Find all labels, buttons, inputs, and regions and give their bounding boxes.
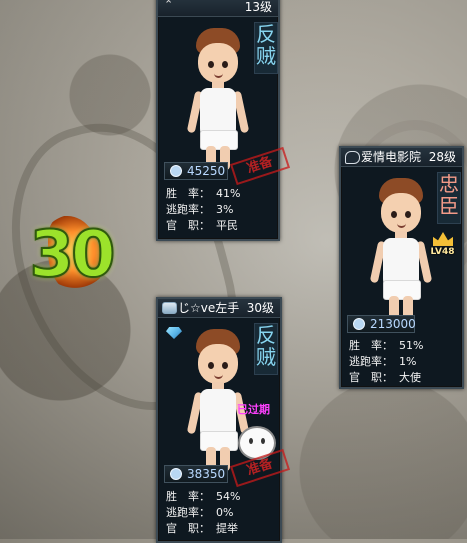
player-name: じ☆ve左手 (178, 301, 240, 315)
player-card-right[interactable]: 爱情电影院 28级 忠臣 LV48 213000 胜 率： 51% 逃跑率： 1% … (339, 146, 464, 389)
coin-icon (170, 165, 182, 177)
player-level: 30级 (246, 301, 274, 315)
countdown-timer: 30 (28, 216, 117, 294)
player-level: 13级 (244, 0, 272, 14)
player-card-top[interactable]: ⌃ 13级 反贼 准备 45250 胜 率： 41% 逃跑率： 3% 官 职： 平民 (156, 0, 291, 241)
role-badge: 反贼 (254, 323, 278, 375)
crown-level-text: LV48 (430, 247, 455, 257)
coin-balance: 213000 (347, 315, 416, 333)
player-name: 爱情电影院 (361, 150, 422, 164)
coin-balance: 45250 (164, 162, 228, 180)
player-card-header: じ☆ve左手 30级 (158, 299, 280, 318)
coin-icon (353, 318, 365, 330)
crown-level-badge: LV48 (425, 232, 460, 268)
face (198, 43, 238, 83)
countdown-value: 30 (28, 218, 116, 292)
role-badge: 反贼 (254, 22, 278, 74)
player-card-header: 爱情电影院 28级 (341, 148, 462, 167)
expired-label: 已过期 (237, 403, 270, 416)
face (198, 344, 238, 384)
crown-icon (433, 232, 453, 246)
role-badge: 忠臣 (437, 172, 461, 224)
face (381, 193, 421, 233)
player-card-header: ⌃ 13级 (158, 0, 278, 17)
coin-balance: 38350 (164, 465, 228, 483)
player-level: 28级 (428, 150, 456, 164)
player-avatar (178, 28, 258, 173)
collapse-arrow-icon: ⌃ (164, 0, 174, 11)
chat-bubble-icon (345, 151, 360, 164)
coin-icon (170, 468, 182, 480)
player-card-bottom[interactable]: じ☆ve左手 30级 反贼 已过期 准备 38350 胜 率： 54% 逃跑率： 0… (156, 297, 291, 543)
player-badge-icon (162, 302, 177, 314)
